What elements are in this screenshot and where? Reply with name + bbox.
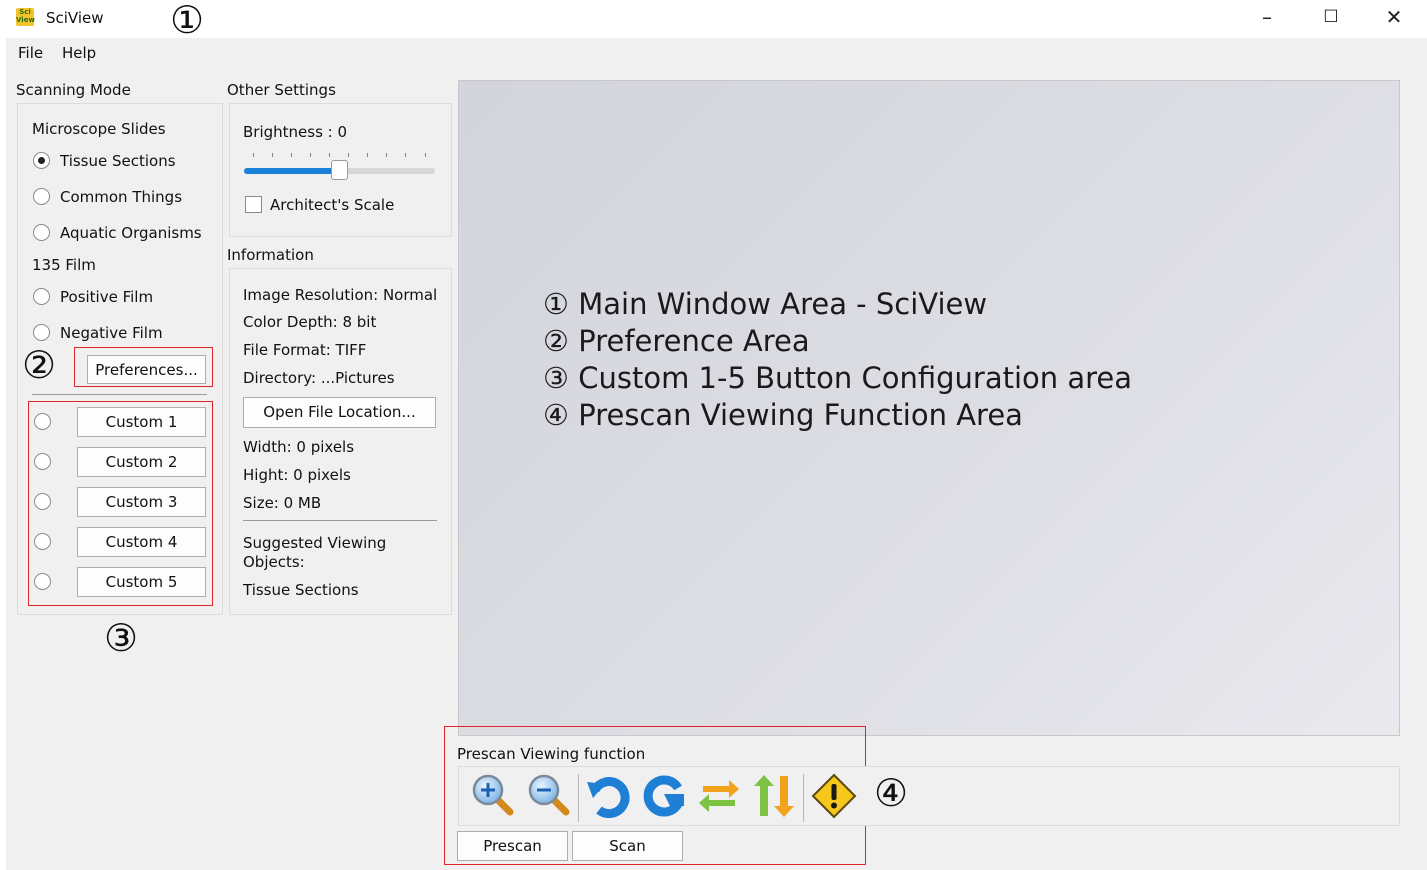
microscope-slides-label: Microscope Slides: [32, 120, 166, 138]
radio-aquatic-organisms[interactable]: [33, 224, 50, 241]
marker-2: ②: [22, 343, 57, 387]
radio-custom-3[interactable]: [34, 493, 51, 510]
minimize-button[interactable]: –: [1247, 6, 1287, 30]
radio-custom-5[interactable]: [34, 573, 51, 590]
information-title: Information: [227, 246, 314, 264]
note-custom-area: ③ Custom 1-5 Button Configuration area: [543, 361, 1133, 395]
slider-tick: [367, 153, 368, 157]
positive-film-label[interactable]: Positive Film: [60, 288, 153, 306]
note-main-window: ① Main Window Area - SciView: [543, 287, 988, 321]
zoom-out-icon[interactable]: [526, 772, 574, 820]
directory-text: Directory: ...Pictures: [243, 369, 395, 387]
preferences-button[interactable]: Preferences...: [87, 355, 206, 384]
file-format-text: File Format: TIFF: [243, 341, 367, 359]
custom-5-button[interactable]: Custom 5: [77, 567, 206, 597]
marker-3: ③: [104, 616, 139, 660]
menu-bar: [6, 38, 1427, 66]
rotate-left-icon[interactable]: [585, 772, 633, 820]
common-things-label[interactable]: Common Things: [60, 188, 182, 206]
brightness-slider-handle[interactable]: [331, 160, 348, 180]
brightness-slider-fill: [244, 168, 340, 174]
slider-tick: [405, 153, 406, 157]
toolbar-separator: [578, 774, 579, 822]
custom-2-button[interactable]: Custom 2: [77, 447, 206, 477]
note-preference-area: ② Preference Area: [543, 324, 810, 358]
width-text: Width: 0 pixels: [243, 438, 355, 456]
note-prescan-area: ④ Prescan Viewing Function Area: [543, 398, 1023, 432]
film-135-label: 135 Film: [32, 256, 96, 274]
architect-scale-checkbox[interactable]: [245, 196, 262, 213]
prescan-button[interactable]: Prescan: [457, 831, 568, 861]
toolbar-separator: [803, 774, 804, 822]
flip-vertical-icon[interactable]: [750, 772, 798, 820]
warning-icon[interactable]: [810, 772, 858, 820]
slider-tick: [291, 153, 292, 157]
custom-1-button[interactable]: Custom 1: [77, 407, 206, 437]
zoom-in-icon[interactable]: [470, 772, 518, 820]
custom-3-button[interactable]: Custom 3: [77, 487, 206, 517]
marker-4: ④: [874, 771, 909, 815]
color-depth-text: Color Depth: 8 bit: [243, 313, 377, 331]
radio-negative-film[interactable]: [33, 324, 50, 341]
app-logo-icon: Sci View: [16, 8, 35, 26]
slider-tick: [425, 153, 426, 157]
radio-custom-4[interactable]: [34, 533, 51, 550]
other-settings-title: Other Settings: [227, 81, 336, 99]
divider: [243, 520, 437, 521]
radio-custom-1[interactable]: [34, 413, 51, 430]
height-text: Hight: 0 pixels: [243, 466, 351, 484]
radio-tissue-sections[interactable]: [33, 152, 50, 169]
radio-common-things[interactable]: [33, 188, 50, 205]
marker-1: ①: [170, 0, 205, 42]
divider: [32, 394, 207, 395]
open-file-location-button[interactable]: Open File Location...: [243, 397, 436, 428]
close-button[interactable]: ✕: [1374, 6, 1414, 30]
slider-tick: [386, 153, 387, 157]
scan-button[interactable]: Scan: [572, 831, 683, 861]
flip-horizontal-icon[interactable]: [695, 772, 743, 820]
maximize-button[interactable]: ☐: [1311, 6, 1351, 30]
menu-help[interactable]: Help: [62, 44, 96, 62]
tissue-sections-label[interactable]: Tissue Sections: [60, 152, 176, 170]
menu-file[interactable]: File: [18, 44, 43, 62]
prescan-viewing-title: Prescan Viewing function: [457, 745, 646, 763]
brightness-label: Brightness : 0: [243, 123, 348, 141]
size-text: Size: 0 MB: [243, 494, 322, 512]
radio-positive-film[interactable]: [33, 288, 50, 305]
architect-scale-label[interactable]: Architect's Scale: [270, 196, 394, 214]
window-title: SciView: [46, 9, 104, 27]
slider-tick: [253, 153, 254, 157]
slider-tick: [310, 153, 311, 157]
radio-custom-2[interactable]: [34, 453, 51, 470]
scanning-mode-title: Scanning Mode: [16, 81, 131, 99]
negative-film-label[interactable]: Negative Film: [60, 324, 163, 342]
rotate-right-icon[interactable]: [640, 772, 688, 820]
image-resolution-text: Image Resolution: Normal: [243, 286, 438, 304]
slider-tick: [329, 153, 330, 157]
slider-tick: [348, 153, 349, 157]
suggested-objects-label: Objects:: [243, 553, 305, 571]
title-bar: [0, 0, 1427, 38]
suggested-value-text: Tissue Sections: [243, 581, 359, 599]
slider-tick: [272, 153, 273, 157]
suggested-viewing-label: Suggested Viewing: [243, 534, 387, 552]
custom-4-button[interactable]: Custom 4: [77, 527, 206, 557]
aquatic-organisms-label[interactable]: Aquatic Organisms: [60, 224, 202, 242]
